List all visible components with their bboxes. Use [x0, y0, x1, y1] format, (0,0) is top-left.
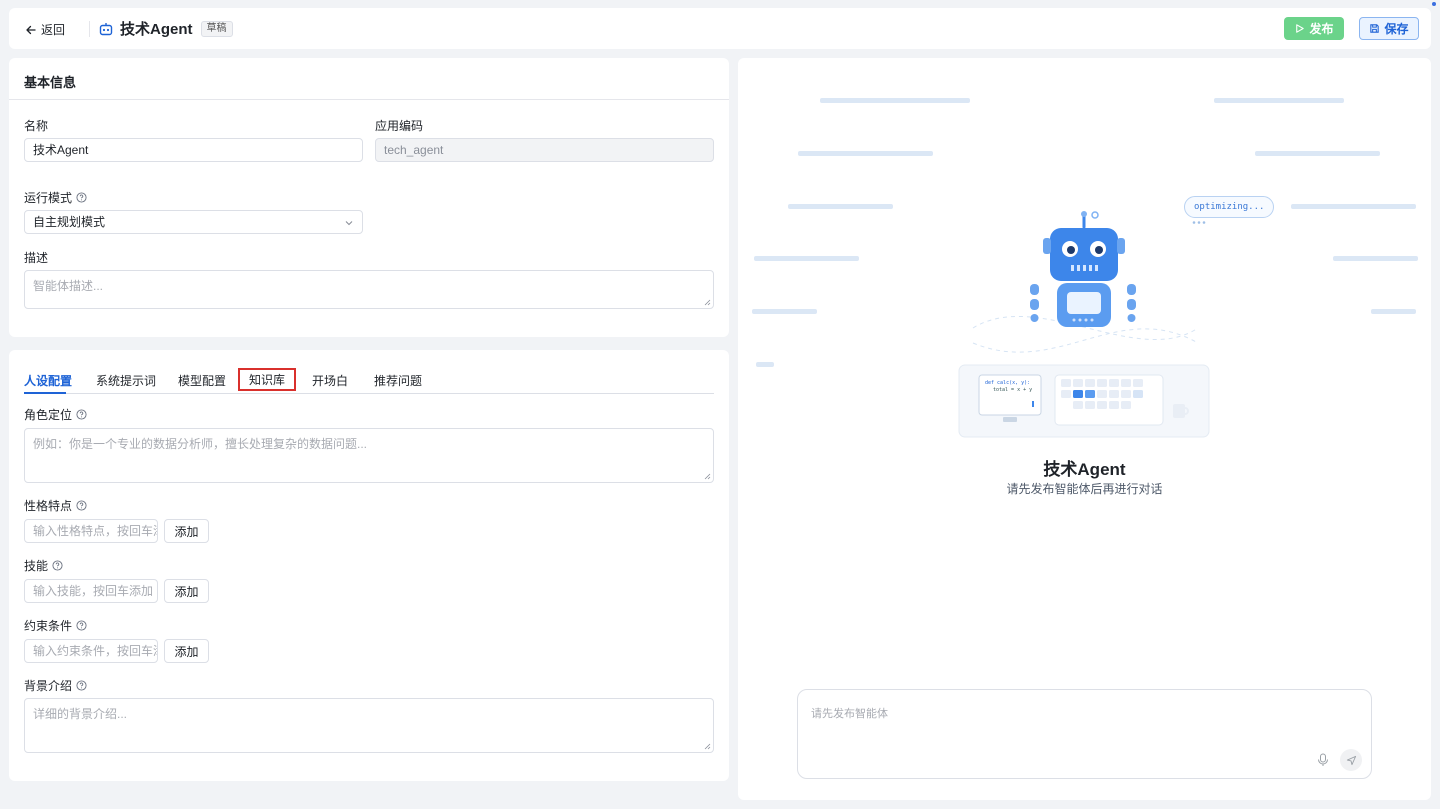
chevron-down-icon	[345, 221, 353, 226]
config-tabs: 人设配置 系统提示词 模型配置 知识库 开场白 推荐问题	[24, 368, 714, 394]
help-icon[interactable]	[76, 409, 87, 420]
play-icon	[1296, 24, 1305, 33]
traits-input[interactable]: 输入性格特点，按回车添	[24, 519, 158, 543]
save-label: 保存	[1384, 22, 1409, 36]
agent-title: 技术Agent 草稿	[98, 18, 233, 39]
name-input[interactable]: 技术Agent	[24, 138, 363, 162]
code-input: tech_agent	[375, 138, 714, 162]
skills-label: 技能	[24, 557, 63, 574]
role-placeholder: 例如：你是一个专业的数据分析师，擅长处理复杂的数据问题...	[33, 437, 368, 451]
header-divider	[89, 21, 90, 37]
basic-info-title: 基本信息	[24, 75, 77, 90]
save-icon	[1370, 24, 1380, 33]
tab-opening[interactable]: 开场白	[312, 372, 348, 389]
back-label: 返回	[41, 23, 66, 37]
name-label-text: 名称	[24, 119, 49, 133]
send-button[interactable]	[1340, 749, 1362, 771]
publish-button[interactable]: 发布	[1284, 17, 1344, 40]
chat-input[interactable]: 请先发布智能体	[797, 689, 1372, 779]
help-icon[interactable]	[76, 680, 87, 691]
role-label-text: 角色定位	[24, 408, 73, 422]
save-button[interactable]: 保存	[1359, 17, 1419, 40]
preview-panel: optimizing... def calc(x, y): total = x …	[738, 58, 1431, 800]
screen-code-line2: total = x + y	[993, 387, 1033, 393]
background-label-text: 背景介绍	[24, 679, 73, 693]
resize-grip-icon[interactable]	[704, 473, 711, 480]
traits-label: 性格特点	[24, 497, 87, 514]
help-icon[interactable]	[76, 620, 87, 631]
screen-code-line1: def calc(x, y):	[985, 380, 1031, 386]
tab-knowledge-base[interactable]: 知识库	[238, 368, 297, 391]
robot-icon	[99, 22, 113, 35]
skills-input[interactable]: 输入技能，按回车添加	[24, 579, 158, 603]
preview-subtitle: 请先发布智能体后再进行对话	[1006, 482, 1163, 496]
agent-name: 技术Agent	[120, 21, 193, 38]
top-bar: 返回 技术Agent 草稿 发布 保存	[9, 8, 1431, 49]
add-constraint-button[interactable]: 添加	[164, 639, 209, 663]
mode-select-value: 自主规划模式	[33, 215, 106, 229]
skills-label-text: 技能	[24, 559, 49, 573]
mode-label: 运行模式	[24, 189, 87, 206]
tab-model-config[interactable]: 模型配置	[178, 372, 226, 389]
config-card: 人设配置 系统提示词 模型配置 知识库 开场白 推荐问题 角色定位 例如：你是一…	[9, 350, 729, 781]
desc-label-text: 描述	[24, 251, 49, 265]
corner-indicator	[1432, 2, 1436, 6]
resize-grip-icon[interactable]	[704, 743, 711, 750]
description-textarea[interactable]: 智能体描述...	[24, 270, 714, 309]
chat-placeholder: 请先发布智能体	[811, 708, 888, 720]
tab-suggested-questions[interactable]: 推荐问题	[374, 372, 422, 389]
desc-label: 描述	[24, 249, 48, 266]
tab-system-prompt[interactable]: 系统提示词	[96, 372, 156, 389]
traits-label-text: 性格特点	[24, 499, 73, 513]
constraints-label: 约束条件	[24, 617, 87, 634]
background-textarea[interactable]: 详细的背景介绍...	[24, 698, 714, 753]
microphone-icon[interactable]	[1317, 753, 1329, 767]
role-textarea[interactable]: 例如：你是一个专业的数据分析师，擅长处理复杂的数据问题...	[24, 428, 714, 483]
robot-illustration	[958, 211, 1210, 438]
description-placeholder: 智能体描述...	[33, 279, 104, 293]
help-icon[interactable]	[76, 192, 87, 203]
code-label-text: 应用编码	[375, 119, 424, 133]
card-divider	[9, 99, 729, 100]
constraints-label-text: 约束条件	[24, 619, 73, 633]
constraints-input[interactable]: 输入约束条件，按回车添	[24, 639, 158, 663]
basic-info-card: 基本信息 名称 技术Agent 应用编码 tech_agent 运行模式 自主规…	[9, 58, 729, 337]
role-label: 角色定位	[24, 406, 87, 423]
mode-select[interactable]: 自主规划模式	[24, 210, 363, 234]
help-icon[interactable]	[76, 500, 87, 511]
screen-code: def calc(x, y): total = x + y	[985, 380, 1032, 394]
background-placeholder: 详细的背景介绍...	[33, 707, 128, 721]
add-skill-button[interactable]: 添加	[164, 579, 209, 603]
resize-grip-icon[interactable]	[704, 299, 711, 306]
code-label: 应用编码	[375, 117, 423, 134]
name-label: 名称	[24, 117, 48, 134]
help-icon[interactable]	[52, 560, 63, 571]
active-tab-indicator	[24, 392, 66, 394]
mode-label-text: 运行模式	[24, 191, 73, 205]
tab-persona[interactable]: 人设配置	[24, 372, 72, 389]
status-badge: 草稿	[200, 20, 233, 37]
send-icon	[1346, 755, 1356, 765]
arrow-left-icon	[26, 25, 36, 34]
back-button[interactable]: 返回	[25, 21, 65, 38]
background-label: 背景介绍	[24, 677, 87, 694]
preview-title: 技术Agent	[1043, 460, 1126, 479]
publish-label: 发布	[1309, 22, 1334, 36]
add-trait-button[interactable]: 添加	[164, 519, 209, 543]
